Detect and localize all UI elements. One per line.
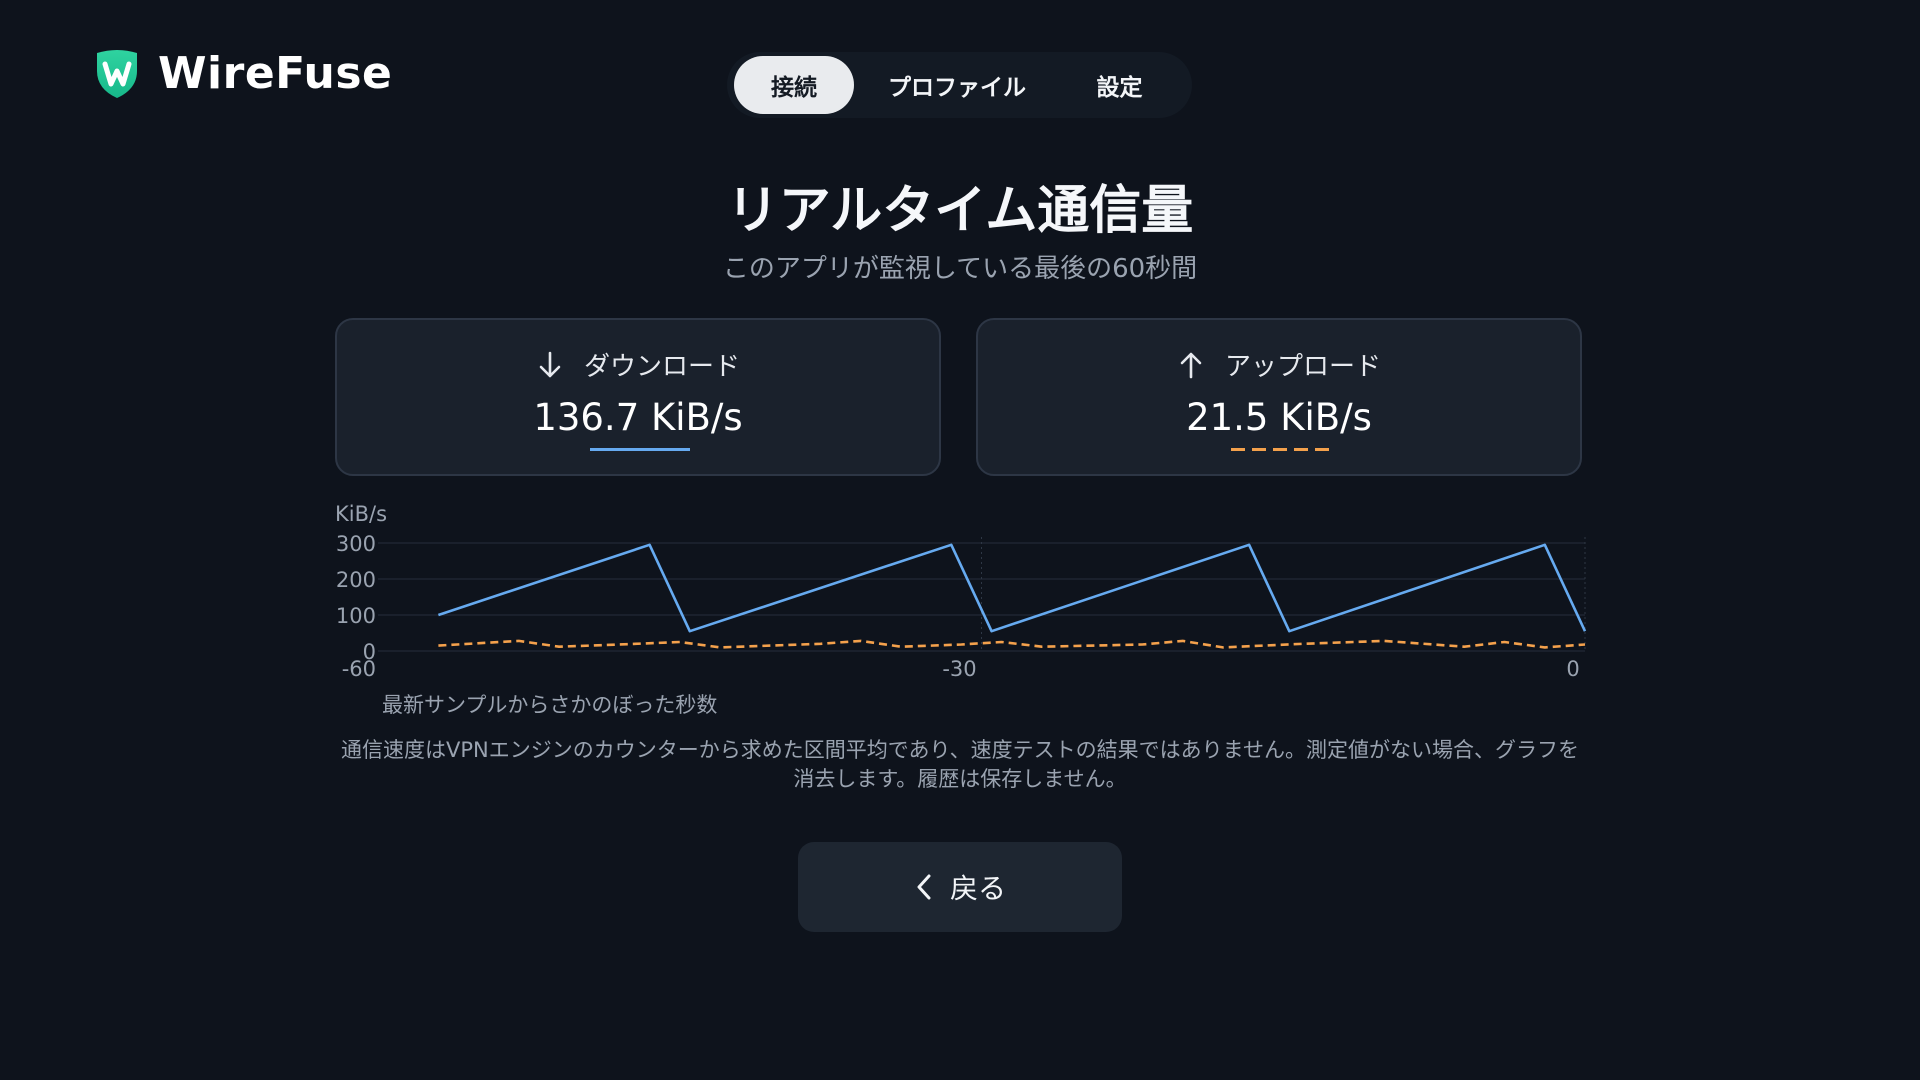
x-tick-label: -60 (342, 657, 376, 681)
download-series-line (437, 543, 1587, 633)
footnote: 通信速度はVPNエンジンのカウンターから求めた区間平均であり、速度テストの結果で… (340, 738, 1580, 791)
x-axis-label: 最新サンプルからさかのぼった秒数 (382, 693, 717, 717)
back-button-label: 戻る (949, 872, 1006, 905)
y-tick-label: 200 (336, 568, 376, 592)
y-tick-label: 100 (336, 604, 376, 628)
x-tick-label: -30 (942, 657, 976, 681)
upload-series-line (438, 639, 1586, 649)
chevron-left-icon (917, 874, 931, 900)
x-tick-label: 0 (1566, 657, 1579, 681)
y-tick-label: 300 (336, 532, 376, 556)
back-button[interactable]: 戻る (798, 842, 1122, 932)
y-axis-label: KiB/s (335, 502, 387, 526)
traffic-chart: 0100200300-60 -30 0KiB/s最新サンプルからさかのぼった秒数 (335, 502, 1587, 717)
